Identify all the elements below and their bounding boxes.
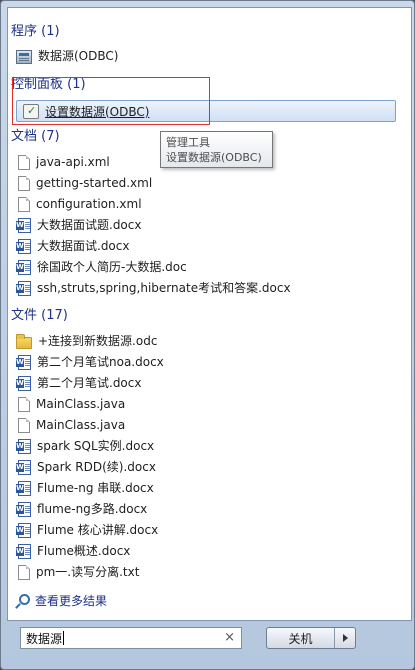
result-item-label: spark SQL实例.docx xyxy=(37,439,155,453)
result-item[interactable]: Flume概述.docx xyxy=(16,541,130,561)
result-item[interactable]: MainClass.java xyxy=(16,415,125,435)
result-item-label: pm一.读写分离.txt xyxy=(36,565,140,579)
result-item[interactable]: 大数据面试.docx xyxy=(16,236,129,256)
group-header-documents: 文档 (7) xyxy=(11,129,60,144)
result-item-label: 大数据面试题.docx xyxy=(37,218,142,232)
odbc-icon xyxy=(16,49,32,64)
word-doc-icon xyxy=(16,501,31,517)
result-item[interactable]: Spark RDD(续).docx xyxy=(16,457,156,477)
result-item[interactable]: configuration.xml xyxy=(16,194,142,214)
result-item[interactable]: Flume-ng 串联.docx xyxy=(16,478,154,498)
odbc-settings-icon xyxy=(23,103,39,119)
result-item[interactable]: Flume 核心讲解.docx xyxy=(16,520,158,540)
result-item[interactable]: getting-started.xml xyxy=(16,173,152,193)
result-item-label: 徐国政个人简历-大数据.doc xyxy=(37,260,187,274)
tooltip: 管理工具 设置数据源(ODBC) xyxy=(160,131,273,168)
result-item-label: 设置数据源(ODBC) xyxy=(45,104,150,119)
result-item[interactable]: 数据源(ODBC) xyxy=(16,46,118,66)
result-item-selected[interactable]: 设置数据源(ODBC) xyxy=(16,100,396,122)
result-item[interactable]: 第二个月笔试.docx xyxy=(16,373,141,393)
text-file-icon xyxy=(18,564,30,580)
result-item-label: +连接到新数据源.odc xyxy=(38,334,158,348)
result-item-label: Flume概述.docx xyxy=(37,544,131,558)
result-item[interactable]: +连接到新数据源.odc xyxy=(16,331,157,351)
result-item-label: 第二个月笔试noa.docx xyxy=(37,355,164,369)
result-item-label: Flume-ng 串联.docx xyxy=(37,481,154,495)
shutdown-options-button[interactable] xyxy=(334,628,355,648)
result-item[interactable]: java-api.xml xyxy=(16,152,110,172)
see-more-results-link[interactable]: 查看更多结果 xyxy=(16,591,107,611)
see-more-label: 查看更多结果 xyxy=(35,594,108,608)
result-item-label: 第二个月笔试.docx xyxy=(37,376,142,390)
result-item[interactable]: spark SQL实例.docx xyxy=(16,436,154,456)
tooltip-line-category: 管理工具 xyxy=(166,136,210,149)
text-file-icon xyxy=(18,417,30,433)
result-item-label: MainClass.java xyxy=(36,418,126,432)
result-item[interactable]: 大数据面试题.docx xyxy=(16,215,141,235)
result-item[interactable]: pm一.读写分离.txt xyxy=(16,562,139,582)
clear-search-icon[interactable]: × xyxy=(224,630,235,645)
tooltip-line-title: 设置数据源(ODBC) xyxy=(166,151,262,164)
result-item-label: configuration.xml xyxy=(36,197,142,211)
result-item[interactable]: 第二个月笔试noa.docx xyxy=(16,352,164,372)
text-file-icon xyxy=(18,175,30,191)
result-item[interactable]: ssh,struts,spring,hibernate考试和答案.docx xyxy=(16,278,291,298)
group-header-programs: 程序 (1) xyxy=(11,24,60,39)
word-doc-icon xyxy=(16,259,31,275)
search-input-value: 数据源 xyxy=(26,631,63,646)
result-item-label: getting-started.xml xyxy=(36,176,153,190)
word-doc-icon xyxy=(16,354,31,370)
result-item-label: 数据源(ODBC) xyxy=(38,49,119,63)
word-doc-icon xyxy=(16,217,31,233)
result-item-label: 大数据面试.docx xyxy=(37,239,130,253)
word-doc-icon xyxy=(16,543,31,559)
word-doc-icon xyxy=(16,438,31,454)
search-input[interactable]: 数据源 × xyxy=(20,627,242,649)
word-doc-icon xyxy=(16,522,31,538)
word-doc-icon xyxy=(16,375,31,391)
result-item-label: java-api.xml xyxy=(36,155,110,169)
text-file-icon xyxy=(18,196,30,212)
shutdown-label: 关机 xyxy=(288,631,313,646)
result-item[interactable]: 徐国政个人简历-大数据.doc xyxy=(16,257,187,277)
word-doc-icon xyxy=(16,238,31,254)
result-item[interactable]: flume-ng多路.docx xyxy=(16,499,147,519)
shutdown-button[interactable]: 关机 xyxy=(266,627,356,649)
text-file-icon xyxy=(18,154,30,170)
arrow-right-icon xyxy=(342,634,348,642)
result-item-label: Spark RDD(续).docx xyxy=(37,460,156,474)
text-caret xyxy=(63,631,65,645)
folder-icon xyxy=(16,333,32,349)
word-doc-icon xyxy=(16,459,31,475)
word-doc-icon xyxy=(16,280,31,296)
search-icon xyxy=(16,594,30,608)
result-item-label: MainClass.java xyxy=(36,397,126,411)
word-doc-icon xyxy=(16,480,31,496)
group-header-control-panel: 控制面板 (1) xyxy=(11,77,86,92)
result-item-label: Flume 核心讲解.docx xyxy=(37,523,159,537)
result-item[interactable]: MainClass.java xyxy=(16,394,125,414)
result-item-label: ssh,struts,spring,hibernate考试和答案.docx xyxy=(37,281,291,295)
result-item-label: flume-ng多路.docx xyxy=(37,502,148,516)
group-header-files: 文件 (17) xyxy=(11,308,68,323)
text-file-icon xyxy=(18,396,30,412)
